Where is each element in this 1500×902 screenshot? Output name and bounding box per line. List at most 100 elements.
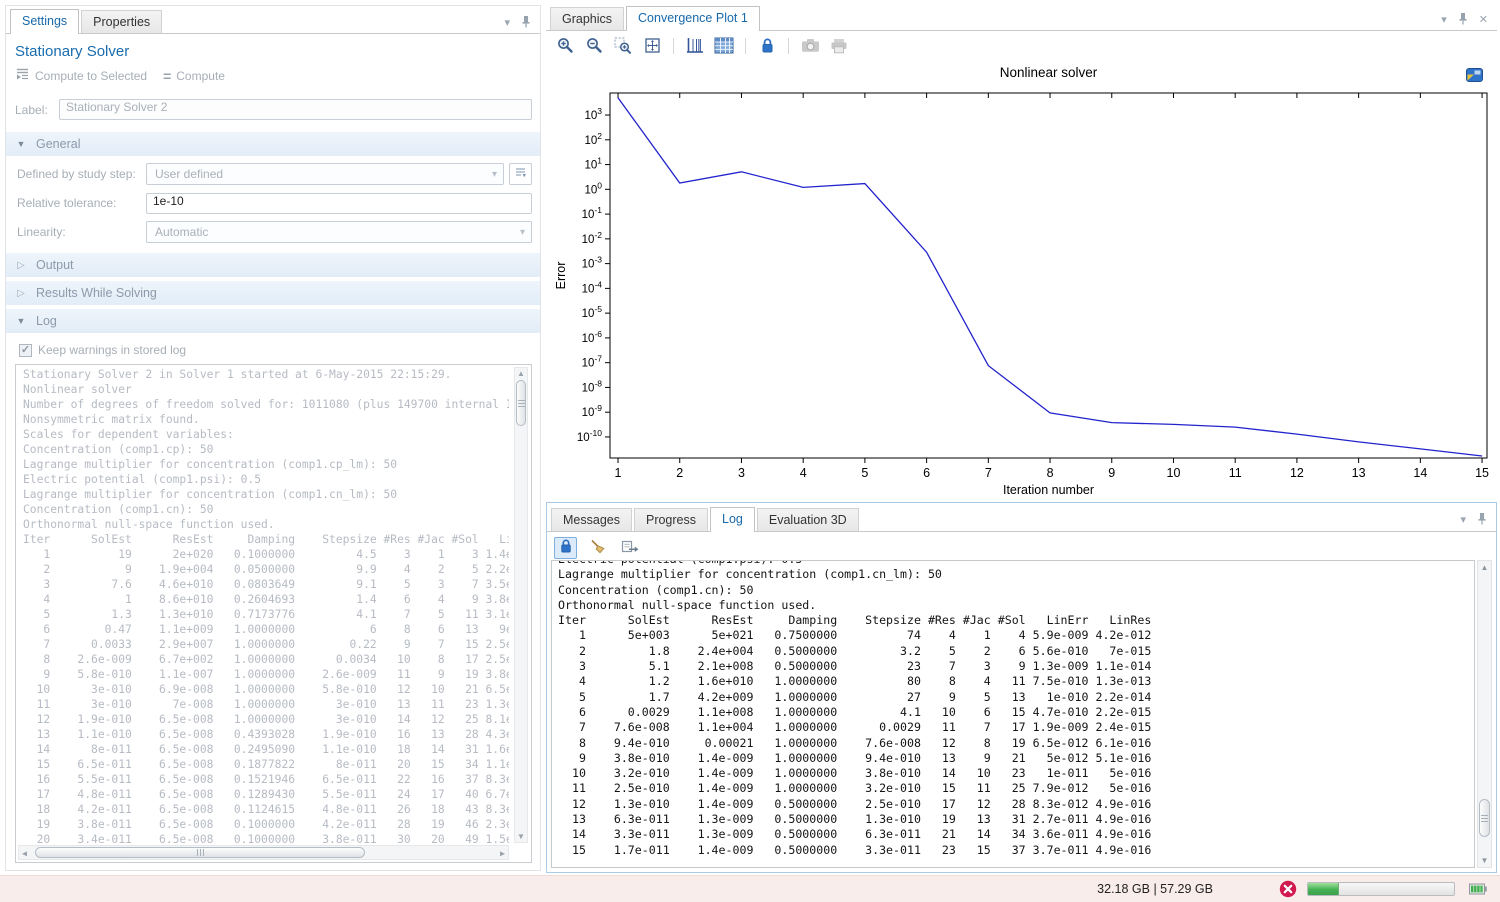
- scrollbar-thumb[interactable]: [516, 380, 526, 426]
- scroll-down-icon[interactable]: ▼: [515, 832, 527, 841]
- scroll-up-icon[interactable]: ▲: [1478, 563, 1491, 572]
- defined-by-label: Defined by study step:: [17, 167, 146, 181]
- section-general[interactable]: ▼ General: [6, 132, 540, 156]
- pin-icon[interactable]: [1458, 12, 1468, 28]
- relative-tolerance-input[interactable]: 1e-10: [146, 193, 532, 214]
- zoom-out-icon[interactable]: [583, 36, 605, 56]
- svg-text:9: 9: [1108, 466, 1115, 480]
- svg-text:101: 101: [584, 156, 602, 172]
- chevron-down-icon[interactable]: ▾: [1460, 515, 1466, 526]
- scroll-down-icon[interactable]: ▼: [1478, 856, 1491, 865]
- linearity-value: Automatic: [155, 225, 208, 239]
- tab-graphics[interactable]: Graphics: [550, 7, 624, 30]
- label-field-caption: Label:: [15, 103, 59, 117]
- tab-convergence-plot-1[interactable]: Convergence Plot 1: [626, 6, 760, 31]
- section-output[interactable]: ▷ Output: [6, 253, 540, 277]
- print-icon[interactable]: [828, 36, 850, 56]
- section-output-title: Output: [36, 258, 74, 272]
- y-log-axis-icon[interactable]: [684, 36, 706, 56]
- scroll-up-icon[interactable]: ▲: [515, 369, 527, 378]
- scroll-left-icon[interactable]: ◀: [22, 850, 27, 858]
- svg-text:1: 1: [615, 466, 622, 480]
- pin-icon[interactable]: [1477, 512, 1487, 528]
- compute-button[interactable]: = Compute: [163, 68, 225, 84]
- zoom-in-icon[interactable]: [554, 36, 576, 56]
- solver-log-box: Stationary Solver 2 in Solver 1 started …: [15, 364, 532, 863]
- section-results-while-solving[interactable]: ▷ Results While Solving: [6, 281, 540, 305]
- compute-to-selected-button[interactable]: Compute to Selected: [15, 67, 147, 84]
- memory-usage: 32.18 GB | 57.29 GB: [1097, 882, 1213, 896]
- page-title: Stationary Solver: [15, 43, 540, 60]
- chevron-down-icon[interactable]: ▾: [1441, 15, 1447, 26]
- graphics-tabbar: Graphics Convergence Plot 1 ▾ ✕: [546, 3, 1497, 31]
- log-output-scrollbar[interactable]: ▲ ▼: [1477, 560, 1492, 868]
- svg-text:10-9: 10-9: [582, 403, 603, 419]
- svg-text:10-4: 10-4: [582, 279, 603, 295]
- zoom-box-icon[interactable]: [612, 36, 634, 56]
- plot-thumbnail-icon[interactable]: [1465, 67, 1484, 86]
- graphics-toolbar: [546, 31, 1497, 58]
- section-results-title: Results While Solving: [36, 286, 157, 300]
- relative-tolerance-label: Relative tolerance:: [17, 196, 146, 210]
- svg-text:14: 14: [1413, 466, 1427, 480]
- keep-warnings-checkbox[interactable]: ✓: [19, 344, 32, 357]
- chevron-down-icon[interactable]: ▾: [504, 18, 510, 29]
- cancel-icon[interactable]: [1279, 880, 1297, 901]
- tab-properties[interactable]: Properties: [81, 10, 162, 33]
- svg-text:10-10: 10-10: [577, 428, 602, 444]
- tab-settings[interactable]: Settings: [10, 9, 79, 34]
- linearity-label: Linearity:: [17, 225, 146, 239]
- scrollbar-thumb[interactable]: [35, 847, 365, 858]
- lock-icon[interactable]: [756, 36, 778, 56]
- log-vertical-scrollbar[interactable]: ▲ ▼: [514, 367, 528, 843]
- svg-text:10-1: 10-1: [582, 205, 603, 221]
- section-expanded-icon: ▼: [6, 139, 36, 149]
- svg-text:10-3: 10-3: [582, 255, 603, 271]
- close-icon[interactable]: ✕: [1479, 15, 1488, 26]
- export-log-button[interactable]: [618, 537, 641, 559]
- svg-text:2: 2: [676, 466, 683, 480]
- follow-log-lock-button[interactable]: [554, 537, 577, 559]
- svg-text:10-6: 10-6: [582, 329, 603, 345]
- settings-panel: Settings Properties ▾ Stationary Solver …: [5, 5, 541, 871]
- svg-text:7: 7: [985, 466, 992, 480]
- image-snapshot-icon[interactable]: [799, 36, 821, 56]
- svg-text:102: 102: [584, 131, 602, 147]
- section-expanded-icon: ▼: [6, 316, 36, 326]
- convergence-plot-canvas[interactable]: Nonlinear solver123456789101112131415Ite…: [554, 63, 1494, 495]
- tab-evaluation-3d[interactable]: Evaluation 3D: [757, 508, 859, 531]
- svg-text:10-5: 10-5: [582, 304, 603, 320]
- svg-text:15: 15: [1475, 466, 1489, 480]
- export-icon: [621, 539, 639, 557]
- svg-text:103: 103: [584, 106, 602, 122]
- grid-icon[interactable]: [713, 36, 735, 56]
- svg-text:Nonlinear solver: Nonlinear solver: [1000, 65, 1098, 80]
- defined-by-study-step-select[interactable]: User defined ▾: [146, 163, 504, 185]
- tab-progress[interactable]: Progress: [634, 508, 708, 531]
- section-log[interactable]: ▼ Log: [6, 309, 540, 333]
- memory-gauge-icon: [1469, 883, 1488, 898]
- clear-log-button[interactable]: [586, 537, 609, 559]
- log-output: Electric potential (comp1.psi): 0.5 Lagr…: [551, 560, 1475, 868]
- svg-text:5: 5: [861, 466, 868, 480]
- log-horizontal-scrollbar[interactable]: ◀ ▶: [18, 845, 509, 860]
- tab-messages[interactable]: Messages: [551, 508, 632, 531]
- pin-icon[interactable]: [521, 15, 531, 31]
- lock-icon: [559, 538, 573, 557]
- svg-text:4: 4: [800, 466, 807, 480]
- svg-text:3: 3: [738, 466, 745, 480]
- scroll-right-icon[interactable]: ▶: [500, 850, 505, 858]
- progress-bar: [1307, 882, 1455, 896]
- svg-text:11: 11: [1229, 466, 1242, 480]
- linearity-select[interactable]: Automatic ▾: [146, 221, 532, 243]
- scrollbar-thumb[interactable]: [1479, 799, 1490, 837]
- study-step-list-button[interactable]: [509, 163, 532, 185]
- tab-log[interactable]: Log: [710, 507, 755, 532]
- keep-warnings-label: Keep warnings in stored log: [38, 343, 186, 357]
- zoom-extents-icon[interactable]: [641, 36, 663, 56]
- label-field[interactable]: Stationary Solver 2: [59, 99, 532, 120]
- section-log-title: Log: [36, 314, 57, 328]
- information-panel: Messages Progress Log Evaluation 3D ▾: [546, 502, 1497, 873]
- compute-to-selected-label: Compute to Selected: [35, 69, 147, 83]
- chevron-down-icon: ▾: [520, 227, 525, 238]
